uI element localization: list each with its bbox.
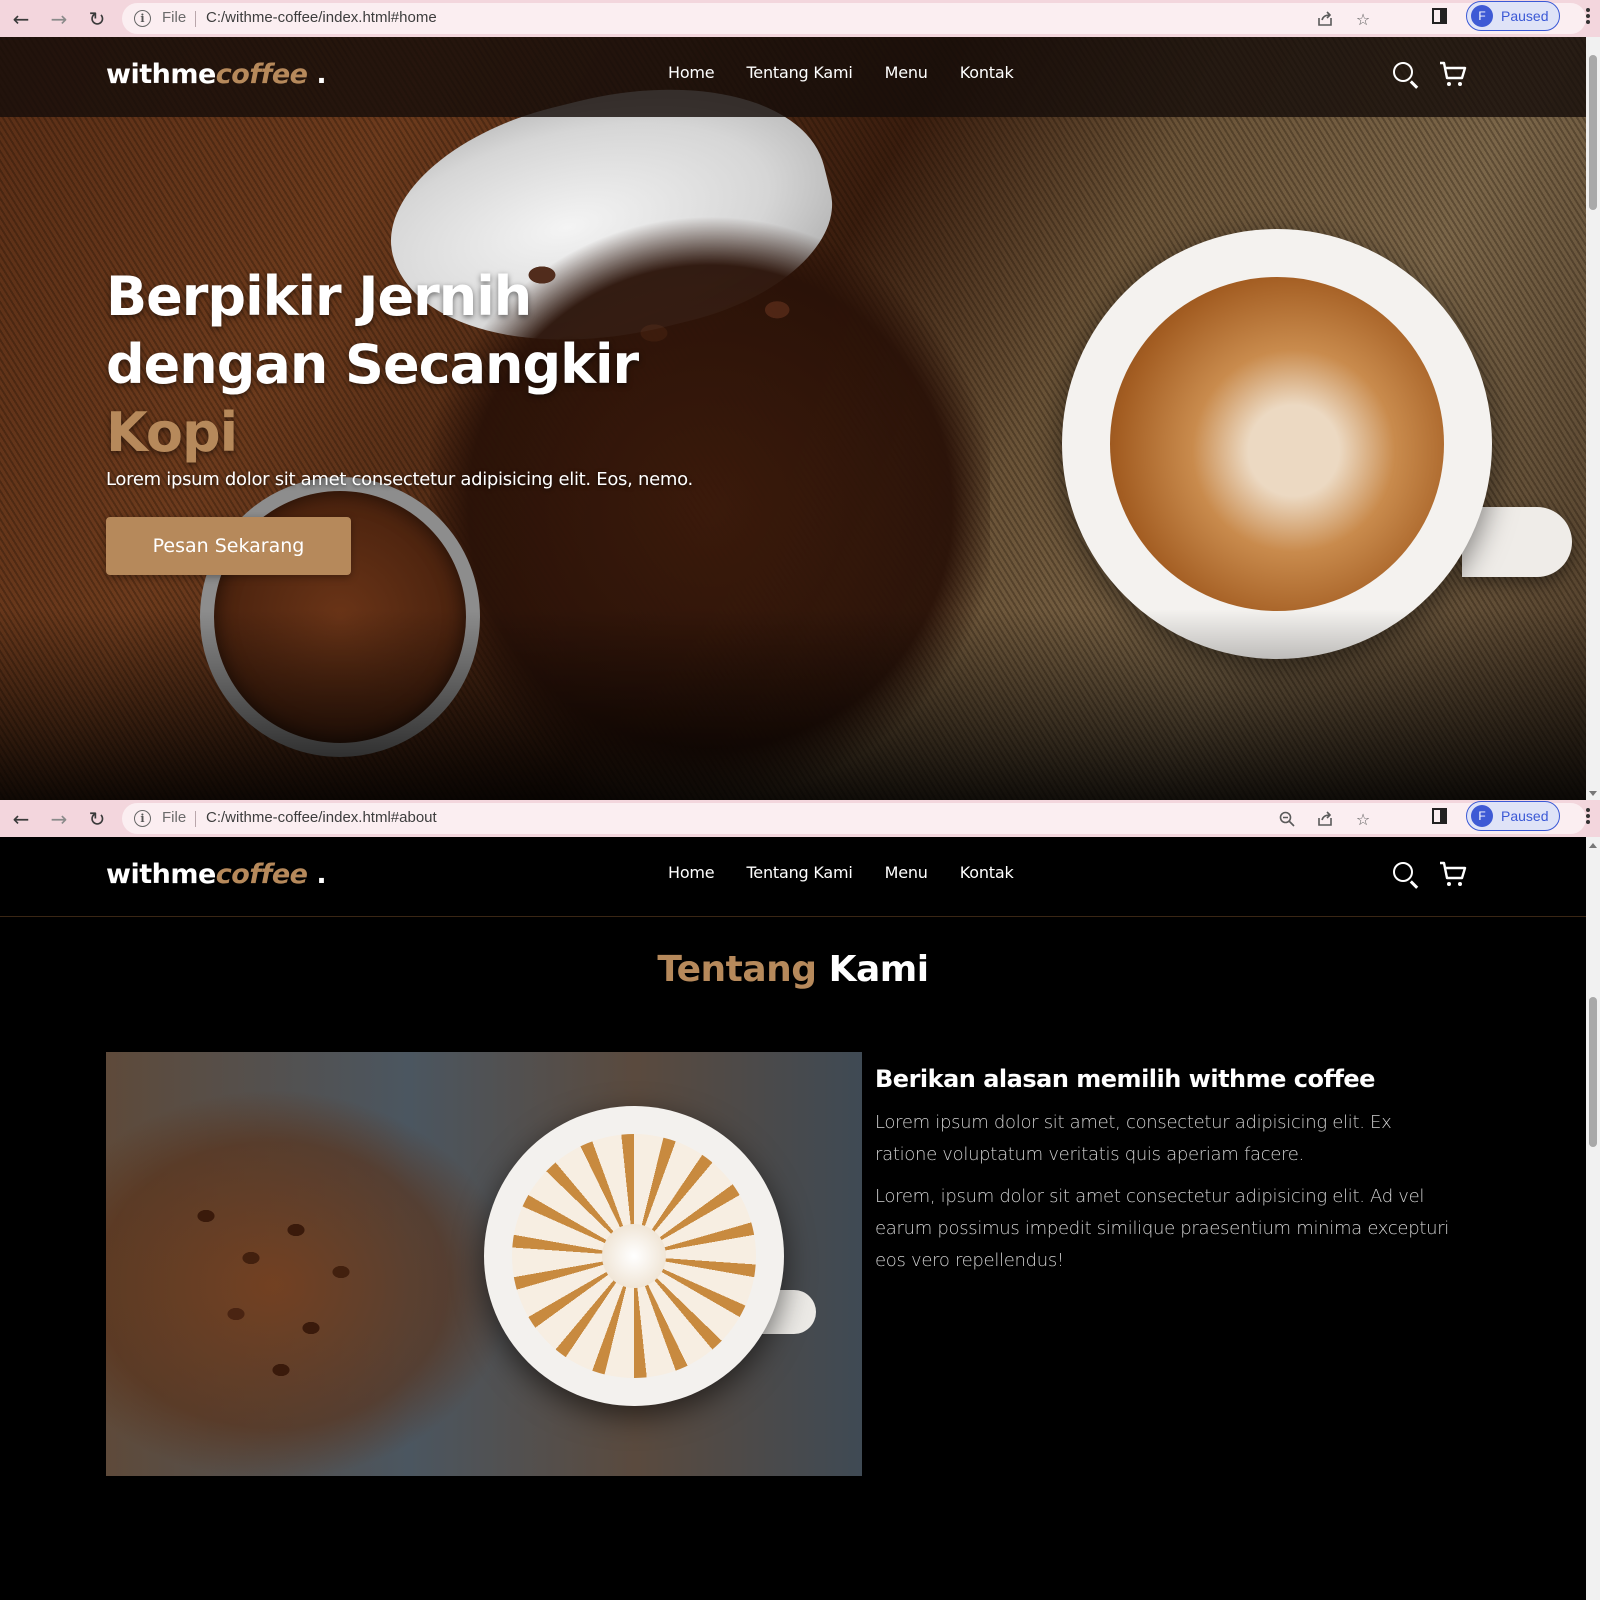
hero-subtitle: Lorem ipsum dolor sit amet consectetur a… bbox=[106, 469, 693, 490]
file-label: File bbox=[162, 9, 187, 26]
nav-link-menu[interactable]: Menu bbox=[885, 63, 928, 82]
browser-toolbar: ← → ↻ i File C:/withme-coffee/index.html… bbox=[0, 800, 1600, 837]
zoom-icon[interactable] bbox=[1276, 808, 1298, 830]
browser-toolbar: ← → ↻ i File C:/withme-coffee/index.html… bbox=[0, 0, 1600, 37]
share-icon[interactable] bbox=[1314, 8, 1336, 30]
hero-title-accent: Kopi bbox=[106, 401, 238, 464]
address-bar[interactable]: i File C:/withme-coffee/index.html#about… bbox=[122, 803, 1586, 834]
site-logo[interactable]: withmecoffee . bbox=[106, 59, 327, 90]
kebab-menu-icon[interactable] bbox=[1586, 8, 1590, 28]
about-paragraph: Lorem ipsum dolor sit amet, consectetur … bbox=[875, 1112, 1392, 1165]
scrollbar[interactable] bbox=[1586, 37, 1600, 800]
info-icon[interactable]: i bbox=[134, 810, 151, 827]
screenshot-home: ← → ↻ i File C:/withme-coffee/index.html… bbox=[0, 0, 1600, 800]
reload-icon[interactable]: ↻ bbox=[78, 804, 116, 834]
scattered-beans bbox=[146, 1132, 446, 1412]
share-icon[interactable] bbox=[1314, 808, 1336, 830]
about-content: Berikan alasan memilih withme coffee Lor… bbox=[875, 1065, 1455, 1287]
side-panel-icon[interactable] bbox=[1432, 808, 1447, 824]
scroll-up-arrow[interactable] bbox=[1589, 843, 1597, 848]
about-section-title: Tentang Kami bbox=[657, 949, 929, 990]
scrollbar-thumb[interactable] bbox=[1589, 997, 1597, 1147]
url-text[interactable]: C:/withme-coffee/index.html#home bbox=[206, 9, 437, 26]
reload-icon[interactable]: ↻ bbox=[78, 4, 116, 34]
avatar: F bbox=[1471, 805, 1493, 827]
scroll-down-arrow[interactable] bbox=[1589, 791, 1597, 796]
avatar: F bbox=[1471, 5, 1493, 27]
site-logo[interactable]: withmecoffee . bbox=[106, 859, 327, 890]
forward-arrow-icon[interactable]: → bbox=[40, 804, 78, 834]
nav-link-home[interactable]: Home bbox=[668, 63, 715, 82]
back-arrow-icon[interactable]: ← bbox=[2, 804, 40, 834]
star-icon[interactable]: ☆ bbox=[1352, 8, 1374, 30]
nav-links: Home Tentang Kami Menu Kontak bbox=[668, 63, 1014, 82]
nav-link-tentang-kami[interactable]: Tentang Kami bbox=[746, 863, 852, 882]
profile-button[interactable]: F Paused bbox=[1466, 1, 1560, 31]
url-text[interactable]: C:/withme-coffee/index.html#about bbox=[206, 809, 437, 826]
hero-title: Berpikir Jernih dengan Secangkir Kopi bbox=[106, 263, 726, 467]
profile-button[interactable]: F Paused bbox=[1466, 801, 1560, 831]
divider bbox=[195, 11, 196, 27]
nav-link-menu[interactable]: Menu bbox=[885, 863, 928, 882]
nav-links: Home Tentang Kami Menu Kontak bbox=[668, 863, 1014, 882]
site-navbar: withmecoffee . Home Tentang Kami Menu Ko… bbox=[0, 837, 1586, 917]
nav-link-kontak[interactable]: Kontak bbox=[960, 863, 1014, 882]
side-panel-icon[interactable] bbox=[1432, 8, 1447, 24]
nav-link-kontak[interactable]: Kontak bbox=[960, 63, 1014, 82]
order-now-button[interactable]: Pesan Sekarang bbox=[106, 517, 351, 575]
about-paragraph: Lorem, ipsum dolor sit amet consectetur … bbox=[875, 1186, 1449, 1271]
page-viewport: withmecoffee . Home Tentang Kami Menu Ko… bbox=[0, 37, 1586, 800]
info-icon[interactable]: i bbox=[134, 10, 151, 27]
star-icon[interactable]: ☆ bbox=[1352, 808, 1374, 830]
search-icon[interactable] bbox=[1390, 859, 1420, 889]
kebab-menu-icon[interactable] bbox=[1586, 808, 1590, 828]
latte-art-image bbox=[106, 1052, 862, 1476]
file-label: File bbox=[162, 809, 187, 826]
back-arrow-icon[interactable]: ← bbox=[2, 4, 40, 34]
cart-icon[interactable] bbox=[1438, 59, 1468, 89]
scrollbar[interactable] bbox=[1586, 837, 1600, 1600]
screenshot-about: ← → ↻ i File C:/withme-coffee/index.html… bbox=[0, 800, 1600, 1600]
forward-arrow-icon[interactable]: → bbox=[40, 4, 78, 34]
about-heading: Berikan alasan memilih withme coffee bbox=[875, 1065, 1375, 1093]
nav-link-tentang-kami[interactable]: Tentang Kami bbox=[746, 63, 852, 82]
site-navbar: withmecoffee . Home Tentang Kami Menu Ko… bbox=[0, 37, 1586, 117]
scrollbar-thumb[interactable] bbox=[1589, 55, 1597, 210]
page-viewport: withmecoffee . Home Tentang Kami Menu Ko… bbox=[0, 837, 1586, 1600]
address-bar[interactable]: i File C:/withme-coffee/index.html#home … bbox=[122, 3, 1586, 34]
profile-status: Paused bbox=[1501, 8, 1549, 24]
profile-status: Paused bbox=[1501, 808, 1549, 824]
divider bbox=[195, 811, 196, 827]
latte-cup bbox=[484, 1106, 784, 1406]
search-icon[interactable] bbox=[1390, 59, 1420, 89]
cart-icon[interactable] bbox=[1438, 859, 1468, 889]
nav-link-home[interactable]: Home bbox=[668, 863, 715, 882]
